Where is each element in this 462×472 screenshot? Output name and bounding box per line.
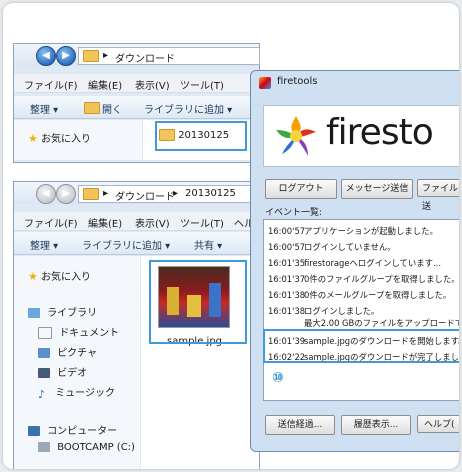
firetools-app-icon (259, 77, 271, 89)
menu-file[interactable]: ファイル(F) (24, 215, 78, 230)
menu-bar: ファイル(F) 編集(E) 表示(V) ツール(T) ヘル (14, 212, 259, 231)
folder-icon (83, 50, 99, 62)
library-videos[interactable]: ビデオ (38, 364, 87, 379)
library-documents[interactable]: ドキュメント (38, 324, 119, 339)
log-row: 16:01'38ログインしました。 (268, 306, 380, 316)
log-row: 16:01'35firestorageへログインしています... (268, 258, 441, 268)
library-music[interactable]: ♪ ミュージック (38, 384, 115, 401)
computer-item[interactable]: コンピューター (28, 422, 117, 437)
send-message-button[interactable]: メッセージ送信 (341, 179, 413, 199)
path-box[interactable]: ▸ ダウンロード (78, 47, 260, 65)
libraries-item[interactable]: ライブラリ (28, 304, 97, 319)
path-segment-downloads[interactable]: ダウンロード (115, 188, 175, 203)
logo-wordmark: firesto (326, 112, 434, 153)
logout-button[interactable]: ログアウト (265, 179, 337, 199)
star-icon: ★ (28, 270, 38, 283)
video-icon (38, 368, 50, 378)
menu-view[interactable]: 表示(V) (135, 77, 170, 92)
star-icon: ★ (28, 132, 38, 145)
address-bar: ◀ ▶ ▸ ダウンロード (14, 44, 260, 66)
library-icon (28, 308, 40, 318)
log-row: 16:01'380件のメールグループを取得しました。 (268, 290, 452, 300)
highlight-box (149, 260, 247, 344)
help-button[interactable]: ヘルプ( (417, 415, 459, 433)
path-segment-folder[interactable]: 20130125 (185, 188, 236, 199)
music-icon: ♪ (38, 388, 46, 401)
back-button[interactable]: ◀ (36, 184, 56, 204)
path-arrow: ▸ (173, 188, 179, 199)
library-pictures[interactable]: ピクチャ (38, 344, 97, 359)
menu-view[interactable]: 表示(V) (135, 215, 170, 230)
command-bar: 整理 ▾ ライブラリに追加 ▾ 共有 ▾ (14, 232, 259, 255)
log-row: 16:00'57ログインしていません。 (268, 242, 396, 252)
menu-tools[interactable]: ツール(T) (180, 215, 224, 230)
share-button[interactable]: 共有 ▾ (194, 237, 222, 252)
path-arrow: ▸ (103, 50, 109, 61)
folder-icon (83, 188, 99, 200)
log-row: 16:01'370件のファイルグループを取得しました。 (268, 274, 459, 284)
history-button[interactable]: 履歴表示... (341, 415, 411, 435)
log-row: 最大2.00 GBのファイルをアップロードでき (304, 318, 459, 328)
menu-tools[interactable]: ツール(T) (180, 77, 224, 92)
organize-button[interactable]: 整理 ▾ (30, 101, 58, 116)
forward-button[interactable]: ▶ (56, 184, 76, 204)
command-bar: 整理 ▾ 開く ライブラリに追加 ▾ (14, 96, 259, 119)
explorer-window-20130125: ◀ ▶ ▸ ダウンロード ▸ 20130125 ファイル(F) 編集(E) 表示… (13, 181, 260, 469)
address-bar: ◀ ▶ ▸ ダウンロード ▸ 20130125 (14, 182, 260, 204)
window-title: firetools (277, 76, 318, 87)
events-label: イベント一覧: (265, 208, 323, 218)
path-arrow: ▸ (103, 188, 109, 199)
nav-pane: ★ お気に入り (14, 120, 142, 160)
favorites-item[interactable]: ★ お気に入り (28, 130, 91, 145)
nav-pane: ★ お気に入り ライブラリ ドキュメント ピクチャ ビデオ ♪ ミュージック コ… (14, 256, 140, 469)
open-button[interactable]: 開く (102, 101, 122, 116)
computer-icon (28, 426, 40, 436)
add-to-library-button[interactable]: ライブラリに追加 ▾ (144, 101, 232, 116)
organize-button[interactable]: 整理 ▾ (30, 237, 58, 252)
menu-bar: ファイル(F) 編集(E) 表示(V) ツール(T) (14, 74, 259, 93)
event-log-list[interactable]: 16:00'57アプリケーションが起動しました。 16:00'57ログインしてい… (263, 219, 459, 401)
menu-file[interactable]: ファイル(F) (24, 77, 78, 92)
send-progress-button[interactable]: 送信経過... (265, 415, 335, 435)
menu-edit[interactable]: 編集(E) (88, 215, 122, 230)
drive-c[interactable]: BOOTCAMP (C:) (38, 442, 135, 453)
picture-icon (38, 348, 50, 358)
flame-logo-icon (276, 116, 316, 156)
open-icon (84, 102, 100, 114)
favorites-item[interactable]: ★ お気に入り (28, 268, 91, 283)
step-number-badge: ⑩ (272, 370, 284, 386)
send-file-button[interactable]: ファイル送 (417, 179, 459, 212)
back-button[interactable]: ◀ (36, 46, 56, 66)
log-row: 16:00'57アプリケーションが起動しました。 (268, 226, 438, 236)
explorer-window-downloads: ◀ ▶ ▸ ダウンロード ファイル(F) 編集(E) 表示(V) ツール(T) … (13, 43, 260, 163)
document-icon (38, 327, 52, 339)
add-to-library-button[interactable]: ライブラリに追加 ▾ (82, 237, 170, 252)
drive-icon (38, 442, 50, 452)
screenshot-frame: ◀ ▶ ▸ ダウンロード ファイル(F) 編集(E) 表示(V) ツール(T) … (3, 3, 459, 469)
menu-edit[interactable]: 編集(E) (88, 77, 122, 92)
highlight-box (155, 121, 247, 151)
path-segment[interactable]: ダウンロード (115, 50, 175, 65)
highlight-box (263, 329, 459, 363)
forward-button[interactable]: ▶ (56, 46, 76, 66)
firetools-window: firetools firesto ログアウト メッセージ送信 ファイル送 イベ… (250, 70, 459, 452)
logo-banner: firesto (263, 105, 459, 167)
path-box[interactable]: ▸ ダウンロード ▸ 20130125 (78, 185, 260, 203)
